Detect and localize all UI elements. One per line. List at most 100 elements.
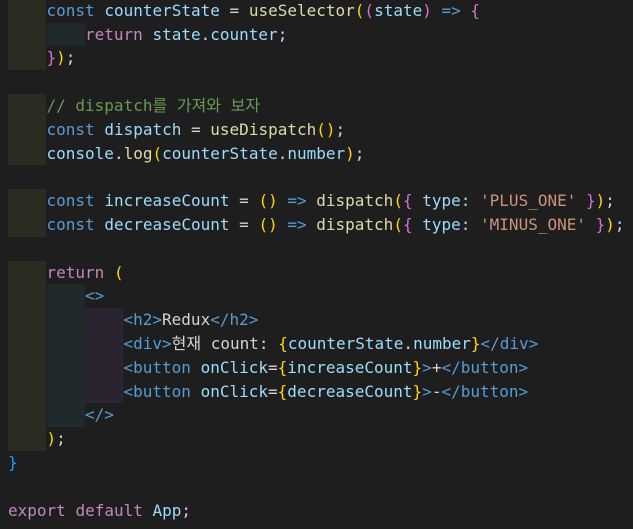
code-token: state <box>152 24 201 44</box>
code-token: { <box>277 381 288 401</box>
code-token: const <box>46 0 95 20</box>
code-token: { <box>402 215 413 234</box>
code-token: state <box>374 0 423 20</box>
code-token: - <box>431 381 442 401</box>
code-token: ( <box>393 191 403 211</box>
code-token: ; <box>65 48 76 68</box>
code-token: </div> <box>480 334 539 353</box>
code-line: return state.counter; <box>85 23 287 47</box>
code-token: > <box>422 381 432 401</box>
code-token: console <box>46 143 114 163</box>
code-line: } <box>8 451 18 475</box>
code-editor[interactable]: const counterState = useSelector((state)… <box>0 0 633 529</box>
code-token: <h2> <box>123 310 163 330</box>
code-token: log <box>123 143 153 163</box>
code-token: + <box>431 357 442 377</box>
code-token: ) <box>422 0 432 20</box>
code-token: ; <box>354 143 365 163</box>
code-token: increaseCount <box>104 191 230 211</box>
code-token: 현재 count: <box>171 334 279 353</box>
code-token: } <box>412 381 423 401</box>
code-line: return ( <box>47 261 124 285</box>
code-token: } <box>412 357 423 377</box>
code-token: { <box>277 357 288 377</box>
code-token: => <box>277 215 317 234</box>
code-token: </h2> <box>210 310 259 330</box>
code-token: const <box>46 119 95 139</box>
code-token: dispatch <box>104 119 182 139</box>
code-token: </> <box>85 405 114 425</box>
code-token: 'PLUS_ONE' <box>480 191 577 211</box>
code-token: useSelector <box>248 0 355 20</box>
code-line: </> <box>85 403 114 427</box>
code-token: } <box>46 48 57 68</box>
code-line: export default App; <box>8 499 191 523</box>
code-token: // dispatch를 가져와 보자 <box>46 96 261 115</box>
code-token: ; <box>181 500 192 520</box>
code-token: </button> <box>441 357 529 377</box>
code-token: number <box>287 143 346 163</box>
code-token: const <box>46 215 95 234</box>
code-token: const <box>46 191 95 211</box>
indent-guide <box>8 0 46 71</box>
code-token: . <box>200 24 211 44</box>
code-token: () <box>258 215 278 234</box>
code-token: = <box>219 0 249 20</box>
code-token: ) <box>595 191 606 211</box>
code-token: ; <box>605 191 615 211</box>
indent-guide <box>8 94 46 166</box>
code-token: () <box>258 191 278 211</box>
code-token: . <box>403 334 414 353</box>
code-token: ) <box>605 215 615 234</box>
code-line: }); <box>47 46 76 70</box>
code-token: counterState <box>162 143 278 163</box>
code-token: > <box>422 357 432 377</box>
code-token: <div> <box>123 334 172 353</box>
indent-guide <box>46 22 85 47</box>
code-line: <button onClick={decreaseCount}>-</butto… <box>124 380 529 404</box>
code-token: counterState <box>287 334 404 353</box>
code-token: ; <box>277 24 288 44</box>
code-token: ; <box>56 429 66 449</box>
code-token: App <box>152 500 182 520</box>
code-token: dispatch <box>316 215 394 234</box>
code-token: ) <box>46 429 57 449</box>
code-token: <button <box>123 357 191 377</box>
code-token: => <box>277 191 317 211</box>
indent-guide <box>85 308 123 404</box>
code-token: ) <box>345 143 355 163</box>
code-token: useDispatch <box>210 119 317 139</box>
code-token: ) <box>56 48 66 68</box>
code-token: </button> <box>441 381 529 401</box>
code-token: ( <box>152 143 163 163</box>
code-token: ( <box>393 215 403 234</box>
code-line: // dispatch를 가져와 보자 <box>47 94 261 118</box>
indent-guide <box>8 189 46 237</box>
code-token: = <box>181 119 211 139</box>
code-line: <div>현재 count: {counterState.number}</di… <box>124 332 539 356</box>
code-token: () <box>316 119 336 139</box>
code-token: } <box>470 334 481 353</box>
code-token: decreaseCount <box>104 215 230 234</box>
code-token: counter <box>210 24 278 44</box>
code-line: const counterState = useSelector((state)… <box>47 0 481 23</box>
code-token: . <box>277 143 288 163</box>
code-line: const increaseCount = () => dispatch({ t… <box>47 189 615 213</box>
code-token: <> <box>85 286 105 306</box>
code-token: Redux <box>162 310 211 330</box>
code-token: decreaseCount <box>287 381 413 401</box>
code-token: dispatch <box>316 191 394 211</box>
code-token: ( <box>364 0 375 20</box>
code-line: <button onClick={increaseCount}>+</butto… <box>124 356 529 380</box>
code-line: ); <box>47 427 66 451</box>
code-token: ; <box>614 215 625 234</box>
code-token: } <box>586 191 596 211</box>
code-token: ; <box>335 119 346 139</box>
